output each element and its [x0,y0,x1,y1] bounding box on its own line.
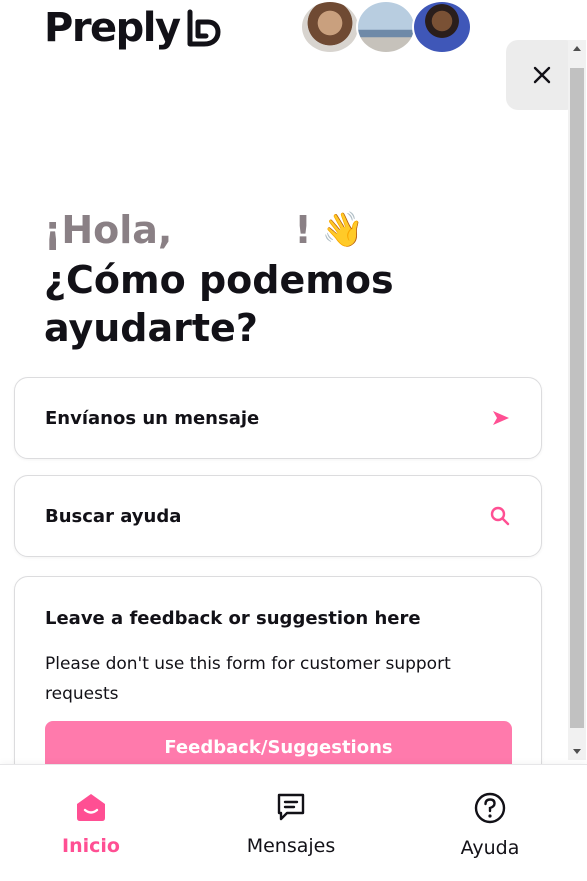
messages-icon [277,793,305,821]
waving-hand-icon: 👋 [321,210,365,250]
greeting-exclaim: ! [294,208,312,252]
scroll-down-arrow-icon[interactable] [573,749,581,754]
nav-label-inicio: Inicio [62,835,120,857]
support-avatars [300,0,472,54]
brand-name: Preply [44,5,181,51]
avatar [412,0,472,54]
close-icon [533,66,551,84]
greeting: ¡Hola, ! 👋 ¿Cómo podemos ayudarte? [44,206,504,352]
scroll-up-arrow-icon[interactable] [573,46,581,51]
search-help-card[interactable]: Buscar ayuda [14,475,542,557]
feedback-title: Leave a feedback or suggestion here [45,608,421,629]
preply-logo-icon [187,9,221,47]
bottom-nav: Inicio Mensajes Ayuda [0,764,587,881]
nav-item-mensajes[interactable]: Mensajes [226,791,356,857]
greeting-question: ¿Cómo podemos ayudarte? [44,258,394,350]
nav-item-ayuda[interactable]: Ayuda [425,791,555,859]
scrollbar[interactable] [568,40,586,760]
search-icon [490,506,510,526]
greeting-hola-text: ¡Hola, [44,208,173,252]
send-message-label: Envíanos un mensaje [45,407,260,429]
nav-item-inicio[interactable]: Inicio [26,791,156,857]
home-icon [77,794,105,821]
feedback-text: Please don't use this form for customer … [45,654,451,704]
scroll-thumb[interactable] [570,68,584,728]
greeting-hello: ¡Hola, ! 👋 [44,206,504,254]
send-icon [493,411,509,425]
nav-label-mensajes: Mensajes [246,835,336,857]
nav-label-ayuda: Ayuda [460,837,520,859]
brand-logo-area: Preply [44,4,224,52]
avatar [356,0,416,54]
avatar [300,0,360,54]
search-help-label: Buscar ayuda [45,505,182,527]
help-icon [474,792,506,824]
send-message-card[interactable]: Envíanos un mensaje [14,377,542,459]
